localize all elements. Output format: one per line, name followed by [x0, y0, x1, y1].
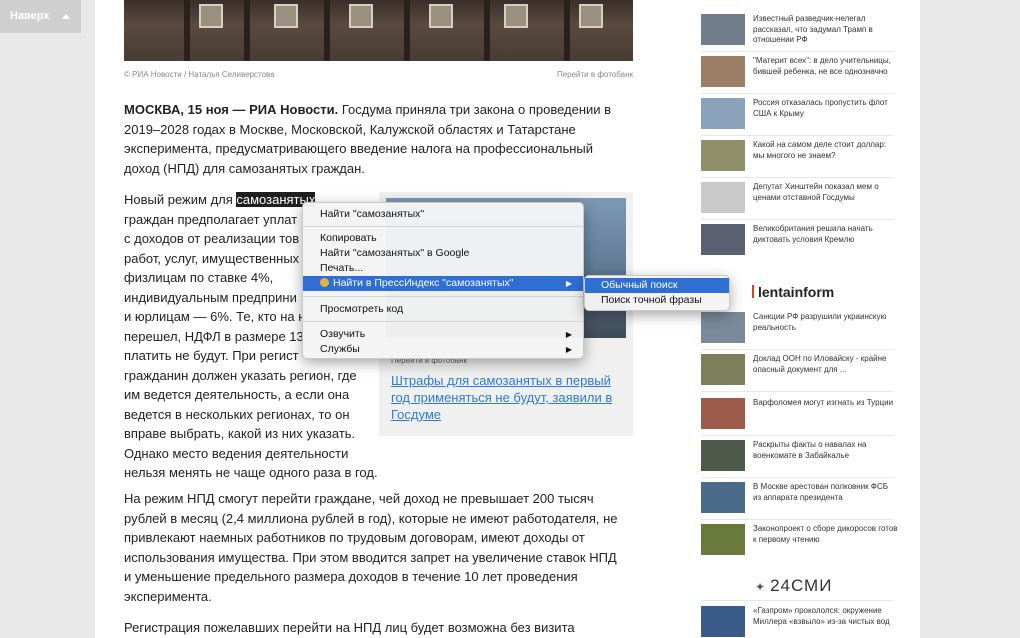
news-title: Доклад ООН по Иловайску - крайне опасный… — [753, 354, 887, 374]
menu-item-label: Озвучить — [320, 328, 366, 340]
submenu-item-exact-phrase[interactable]: Поиск точной фразы — [585, 293, 729, 308]
sidebar-news-item[interactable]: "Материт всех": в дело учительницы, бивш… — [701, 56, 901, 90]
sidebar-news-item[interactable]: Санкции РФ разрушили украинскую реальнос… — [701, 312, 901, 346]
sidebar-news-item[interactable]: Законопроект о сборе дикоросов готов к п… — [701, 524, 901, 558]
menu-item-find[interactable]: Найти "самозанятых" — [303, 207, 583, 222]
news-title: Какой на самом деле стоит доллар: мы мно… — [753, 140, 887, 160]
news-thumbnail — [701, 354, 745, 385]
p2-line: нельзя менять не чаще одного раза в год. — [124, 465, 378, 480]
article-photo — [124, 0, 633, 61]
submenu-arrow-icon: ▶ — [565, 345, 572, 354]
news-thumbnail — [701, 224, 745, 255]
menu-item-label: Найти "самозанятых" — [320, 208, 425, 220]
related-article-link[interactable]: Штрафы для самозанятых в первый год прим… — [391, 372, 621, 423]
smi24-label: 24СМИ — [770, 576, 833, 595]
news-title: В Москве арестован полковник ФСБ из аппа… — [753, 482, 888, 502]
arrow-up-icon — [62, 14, 70, 19]
context-menu: Найти "самозанятых" Копировать Найти "са… — [302, 202, 584, 359]
pressindex-icon — [320, 278, 329, 287]
menu-item-inspect[interactable]: Просмотреть код — [303, 302, 583, 317]
news-thumbnail — [701, 312, 745, 343]
p2-line: вправе выбрать, какой из них указать. — [124, 426, 356, 441]
sidebar-news-item[interactable]: Россия отказалась пропустить флот США к … — [701, 98, 901, 132]
submenu-item-label: Поиск точной фразы — [601, 294, 702, 306]
sidebar-news-item[interactable]: Великобритания решила начать диктовать у… — [701, 224, 901, 258]
sidebar-news-item[interactable]: В Москве арестован полковник ФСБ из аппа… — [701, 482, 901, 516]
news-title: Великобритания решила начать диктовать у… — [753, 224, 873, 244]
news-thumbnail — [701, 98, 745, 129]
submenu-arrow-icon: ▶ — [565, 279, 572, 288]
news-thumbnail — [701, 398, 745, 429]
menu-item-copy[interactable]: Копировать — [303, 231, 583, 246]
pressindex-submenu: Обычный поиск Поиск точной фразы — [584, 275, 730, 311]
menu-item-services[interactable]: Службы ▶ — [303, 342, 583, 357]
submenu-item-label: Обычный поиск — [601, 279, 678, 291]
submenu-item-normal-search[interactable]: Обычный поиск — [585, 278, 729, 293]
news-thumbnail — [701, 482, 745, 513]
photobank-link[interactable]: Перейти в фотобанк — [557, 70, 633, 79]
p2-line: им ведется деятельность, а если она — [124, 387, 350, 402]
menu-separator — [303, 226, 583, 227]
p2-line: Однако место ведения деятельности — [124, 445, 349, 461]
back-to-top-button[interactable]: Наверх — [0, 0, 81, 33]
menu-item-label: Просмотреть код — [320, 303, 404, 315]
news-thumbnail — [701, 440, 745, 471]
article-paragraph-3: На режим НПД смогут перейти граждане, че… — [124, 491, 618, 604]
lentainform-label: lentainform — [758, 284, 835, 300]
news-title: Санкции РФ разрушили украинскую реальнос… — [753, 312, 887, 332]
news-title: Депутат Хинштейн показал мем о ценами от… — [753, 182, 879, 202]
news-title: «Газпром» прокололся: окружение Миллера … — [753, 606, 890, 626]
submenu-arrow-icon: ▶ — [565, 330, 572, 339]
news-thumbnail — [701, 56, 745, 87]
smi24-logo[interactable]: ✦ 24СМИ — [755, 576, 832, 596]
sidebar-news-item[interactable]: Депутат Хинштейн показал мем о ценами от… — [701, 182, 901, 216]
menu-item-pressindex[interactable]: Найти в ПрессИндекс "самозанятых" ▶ — [303, 276, 583, 291]
menu-item-speech[interactable]: Озвучить ▶ — [303, 327, 583, 342]
smi24-star-icon: ✦ — [755, 580, 767, 594]
lentainform-mark-icon — [752, 285, 754, 298]
lead-dateline: МОСКВА, 15 ноя — РИА Новости. — [124, 102, 339, 117]
sidebar-news-item[interactable]: Варфоломея могут изгнать из Турции — [701, 398, 901, 432]
menu-item-search-google[interactable]: Найти "самозанятых" в Google — [303, 246, 583, 261]
sidebar-news-item[interactable]: Какой на самом деле стоит доллар: мы мно… — [701, 140, 901, 174]
photo-caption-row: © РИА Новости / Наталья Селиверстова Пер… — [124, 70, 633, 79]
sidebar-news-item[interactable]: «Газпром» прокололся: окружение Миллера … — [701, 606, 901, 638]
news-title: Законопроект о сборе дикоросов готов к п… — [753, 524, 898, 544]
news-title: "Материт всех": в дело учительницы, бивш… — [753, 56, 891, 76]
p2-before: Новый режим для — [124, 192, 237, 207]
back-to-top-label: Наверх — [10, 10, 50, 22]
article-lead: МОСКВА, 15 ноя — РИА Новости. Госдума пр… — [124, 100, 624, 178]
news-title: Раскрыты факты о навалах на военкомате в… — [753, 440, 867, 460]
menu-item-label: Найти "самозанятых" в Google — [320, 247, 470, 259]
article-paragraph-4: Регистрация пожелавших перейти на НПД ли… — [124, 620, 575, 635]
menu-item-label: Службы — [320, 343, 360, 355]
menu-item-label: Копировать — [320, 232, 377, 244]
news-thumbnail — [701, 182, 745, 213]
menu-item-label: Найти в ПрессИндекс "самозанятых" — [333, 277, 514, 289]
photo-credit: © РИА Новости / Наталья Селиверстова — [124, 70, 275, 79]
sidebar-news-item[interactable]: Доклад ООН по Иловайску - крайне опасный… — [701, 354, 901, 388]
lentainform-logo[interactable]: lentainform — [752, 284, 834, 300]
news-title: Известный разведчик-нелегал рассказал, ч… — [753, 14, 873, 44]
news-thumbnail — [701, 606, 745, 637]
menu-separator — [303, 296, 583, 297]
p2-line: ведется в нескольких регионах, то он — [124, 406, 350, 422]
sidebar-news-item[interactable]: Известный разведчик-нелегал рассказал, ч… — [701, 14, 901, 48]
menu-separator — [303, 321, 583, 322]
news-thumbnail — [701, 524, 745, 555]
sidebar-news-item[interactable]: Раскрыты факты о навалах на военкомате в… — [701, 440, 901, 474]
news-thumbnail — [701, 140, 745, 171]
news-thumbnail — [701, 14, 745, 45]
menu-item-label: Печать... — [320, 262, 364, 274]
news-title: Россия отказалась пропустить флот США к … — [753, 98, 888, 118]
menu-item-print[interactable]: Печать... — [303, 261, 583, 276]
p2-line: гражданин должен указать регион, где — [124, 367, 357, 383]
news-title: Варфоломея могут изгнать из Турции — [753, 398, 894, 407]
